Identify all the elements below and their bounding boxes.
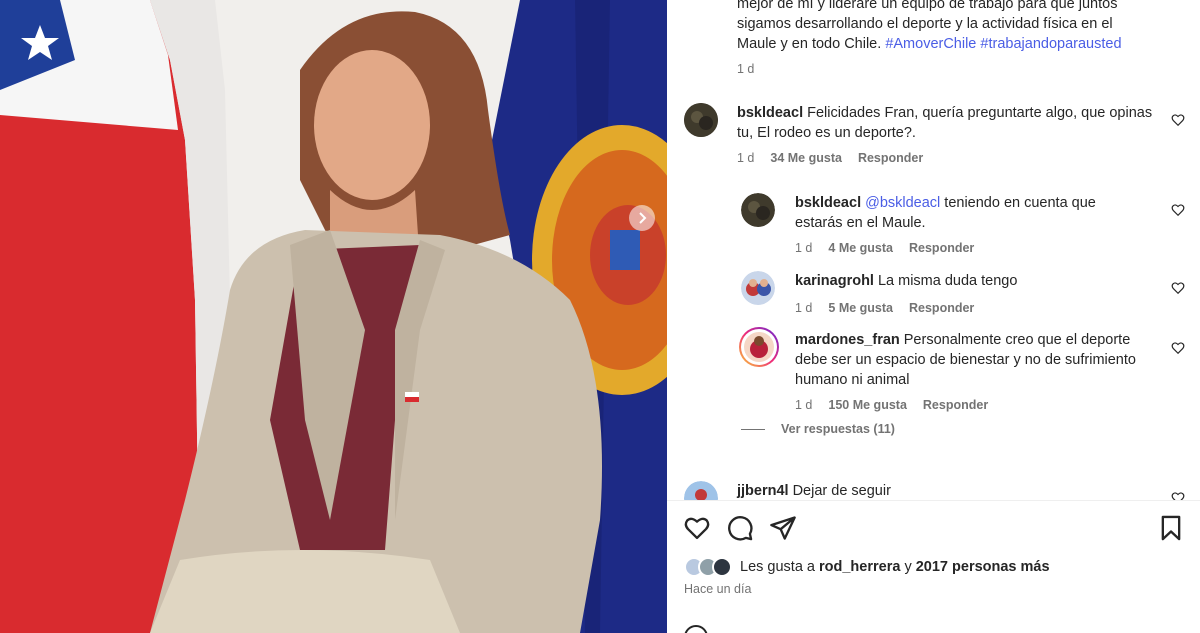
story-ring-avatar[interactable] — [739, 327, 779, 367]
post-actions — [667, 510, 1200, 550]
comment-likes[interactable]: 5 Me gusta — [828, 301, 893, 315]
comment-reply: karinagrohl La misma duda tengo — [795, 271, 1145, 291]
caption-time: 1 d — [737, 62, 755, 76]
avatar-image — [684, 103, 718, 137]
likes-summary[interactable]: Les gusta a rod_herrera y 2017 personas … — [684, 557, 1050, 577]
bookmark-icon[interactable] — [1157, 514, 1185, 542]
hashtag-link[interactable]: #AmoverChile — [885, 36, 976, 52]
comment-username[interactable]: karinagrohl — [795, 273, 874, 289]
divider — [667, 500, 1200, 501]
likes-prefix: Les gusta a — [740, 559, 815, 575]
avatar[interactable] — [741, 271, 775, 305]
view-replies-line — [741, 428, 765, 430]
comment-meta: 1 d 5 Me gusta Responder — [795, 301, 974, 315]
avatar-image — [741, 193, 775, 227]
reply-button[interactable]: Responder — [909, 241, 974, 255]
comment-reply: bskldeacl @bskldeacl teniendo en cuenta q… — [795, 193, 1145, 233]
caption-line: mejor de mí y lideraré un equipo de trab… — [737, 0, 1118, 12]
post-photo[interactable] — [0, 0, 667, 633]
comment-meta: 1 d 34 Me gusta Responder — [737, 151, 923, 165]
heart-icon[interactable] — [1171, 491, 1185, 500]
view-replies-label: Ver respuestas (11) — [781, 422, 895, 436]
comment-reply: mardones_fran Personalmente creo que el d… — [795, 330, 1155, 390]
comment-body: Dejar de seguir — [792, 483, 891, 499]
post-sidebar: mejor de mí y lideraré un equipo de trab… — [667, 0, 1200, 633]
caption-line-text: Maule y en todo Chile. — [737, 36, 882, 52]
avatar[interactable] — [741, 193, 775, 227]
carousel-next-button[interactable] — [629, 205, 655, 231]
comment-likes[interactable]: 34 Me gusta — [770, 151, 842, 165]
comment-username[interactable]: bskldeacl — [737, 105, 803, 121]
comment-time[interactable]: 1 d — [737, 151, 754, 165]
avatar[interactable] — [684, 103, 718, 137]
avatar-image — [741, 271, 775, 305]
comments-list: mejor de mí y lideraré un equipo de trab… — [667, 0, 1200, 500]
avatar-image — [741, 329, 777, 365]
comment: bskldeacl Felicidades Fran, quería pregun… — [737, 103, 1157, 143]
comment-username[interactable]: bskldeacl — [795, 195, 861, 211]
comment: jjbern4l Dejar de seguir — [737, 481, 1137, 500]
reply-button[interactable]: Responder — [858, 151, 923, 165]
liker-avatars — [684, 557, 732, 577]
post-time[interactable]: Hace un día — [684, 582, 751, 596]
mention-link[interactable]: @bskldeacl — [865, 195, 940, 211]
likes-middle: y — [904, 559, 912, 575]
avatar[interactable] — [684, 481, 718, 500]
reply-button[interactable]: Responder — [923, 398, 988, 412]
view-replies-button[interactable]: Ver respuestas (11) — [741, 422, 895, 436]
comment-time[interactable]: 1 d — [795, 241, 812, 255]
liker-username[interactable]: rod_herrera — [819, 559, 900, 575]
comment-likes[interactable]: 4 Me gusta — [828, 241, 893, 255]
comment-time[interactable]: 1 d — [795, 301, 812, 315]
post-caption: mejor de mí y lideraré un equipo de trab… — [737, 0, 1157, 54]
post-photo-illustration — [0, 0, 667, 633]
liker-avatar — [712, 557, 732, 577]
caption-meta: 1 d — [737, 62, 754, 76]
comment-meta: 1 d 4 Me gusta Responder — [795, 241, 974, 255]
likes-count[interactable]: 2017 personas más — [916, 559, 1050, 575]
heart-icon[interactable] — [1171, 341, 1185, 355]
reply-button[interactable]: Responder — [909, 301, 974, 315]
caption-line: Maule y en todo Chile. #AmoverChile #tra… — [737, 34, 1157, 54]
heart-icon[interactable] — [1171, 203, 1185, 217]
heart-icon[interactable] — [683, 514, 711, 542]
avatar-image — [684, 481, 718, 500]
comment-likes[interactable]: 150 Me gusta — [828, 398, 907, 412]
heart-icon[interactable] — [1171, 281, 1185, 295]
comment-body: La misma duda tengo — [877, 273, 1018, 289]
comment-time[interactable]: 1 d — [795, 398, 812, 412]
caption-line: sigamos desarrollando el deporte y la ac… — [737, 16, 1113, 32]
emoji-icon[interactable] — [684, 625, 708, 633]
comment-username[interactable]: mardones_fran — [795, 332, 900, 348]
comment-icon[interactable] — [726, 514, 754, 542]
heart-icon[interactable] — [1171, 113, 1185, 127]
hashtag-link[interactable]: #trabajandoparausted — [980, 36, 1121, 52]
chevron-right-icon — [639, 212, 647, 224]
comment-username[interactable]: jjbern4l — [737, 483, 789, 499]
share-icon[interactable] — [769, 514, 797, 542]
comment-meta: 1 d 150 Me gusta Responder — [795, 398, 988, 412]
